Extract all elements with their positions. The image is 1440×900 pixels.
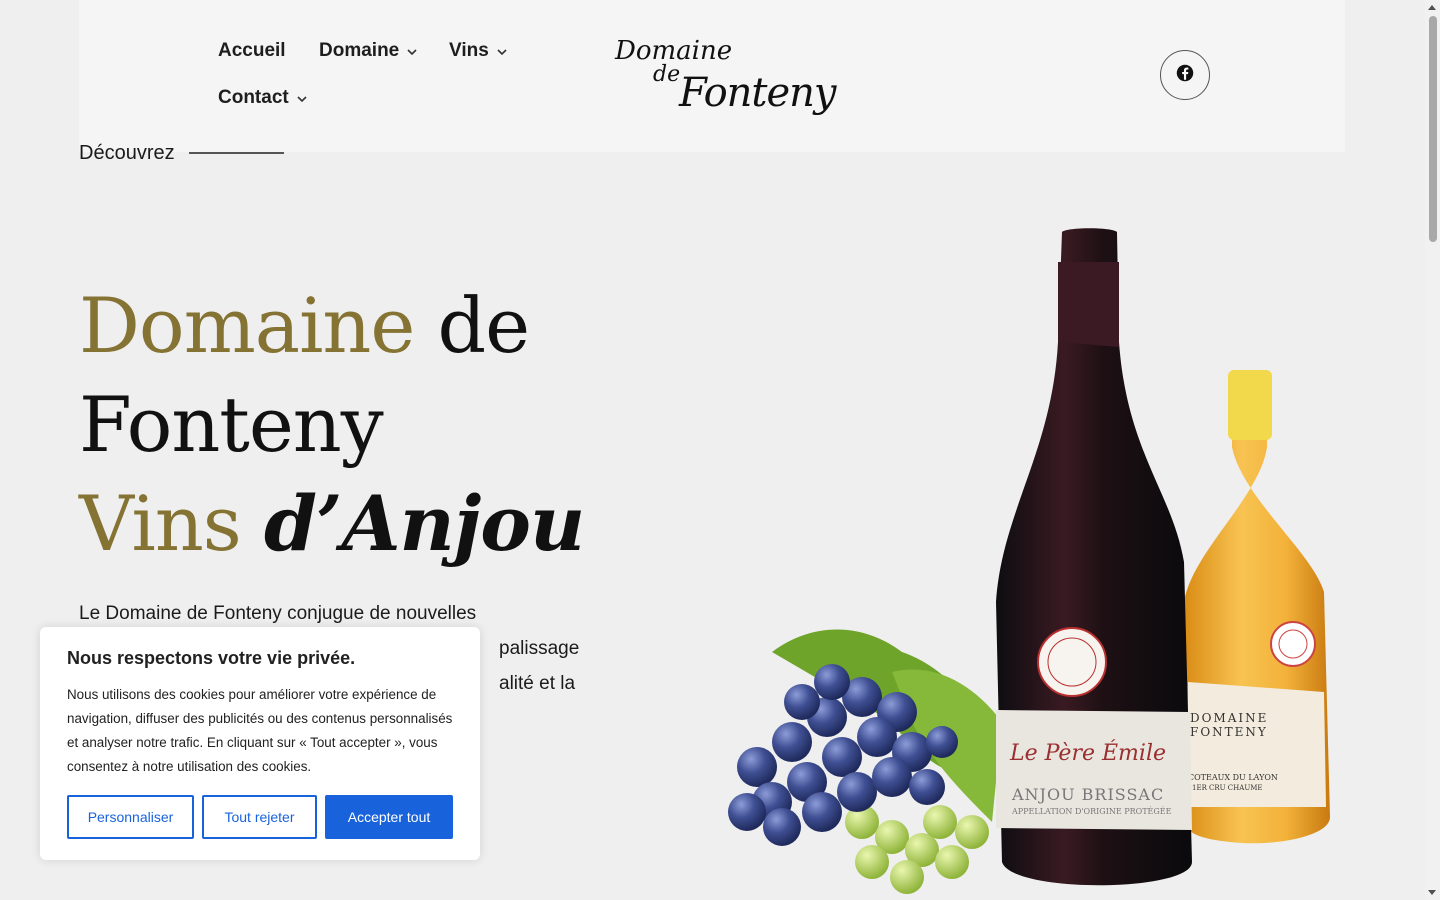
svg-text:COTEAUX DU LAYON: COTEAUX DU LAYON <box>1188 773 1278 782</box>
title-vins: Vins <box>79 479 264 568</box>
nav-item-label: Accueil <box>218 40 286 61</box>
reject-all-button[interactable]: Tout rejeter <box>202 795 317 839</box>
desc-line1: Le Domaine de Fonteny conjugue de nouvel… <box>79 603 477 624</box>
nav-item-accueil[interactable]: Accueil <box>218 40 286 62</box>
site-header: Accueil Domaine Vins Contact Domaine de … <box>79 0 1345 152</box>
grapes <box>728 629 1002 894</box>
facebook-icon <box>1176 64 1194 87</box>
accept-all-button[interactable]: Accepter tout <box>325 795 453 839</box>
hero-title: Domaine de Fonteny Vins d’Anjou <box>79 276 585 573</box>
desc-line2: palissage <box>499 638 580 659</box>
title-fonteny: Fonteny <box>79 380 384 469</box>
chevron-down-icon <box>407 40 417 62</box>
eyebrow-divider <box>189 152 284 154</box>
red-wine-bottle: Le Père Émile ANJOU BRISSAC APPELLATION … <box>996 228 1192 886</box>
svg-text:Le Père Émile: Le Père Émile <box>1009 739 1166 766</box>
chevron-down-icon <box>497 40 507 62</box>
cookie-text: Nous utilisons des cookies pour améliore… <box>67 687 453 774</box>
hero-eyebrow: Découvrez <box>79 142 175 164</box>
nav-item-label: Domaine <box>319 40 400 62</box>
svg-text:FONTENY: FONTENY <box>1190 725 1268 739</box>
title-domaine: Domaine <box>79 281 415 370</box>
wine-bottles-image: DOMAINE FONTENY COTEAUX DU LAYON 1ER CRU… <box>728 228 1330 894</box>
desc-line3: alité et la <box>499 673 576 694</box>
nav-item-contact[interactable]: Contact <box>218 87 307 109</box>
logo-line2: de <box>653 62 681 87</box>
nav-item-vins[interactable]: Vins <box>449 40 507 62</box>
svg-text:1ER CRU CHAUME: 1ER CRU CHAUME <box>1192 784 1263 792</box>
logo-line3: Fonteny <box>679 70 837 116</box>
nav-item-domaine[interactable]: Domaine <box>319 40 417 62</box>
page-scrollbar[interactable] <box>1425 0 1440 900</box>
facebook-button[interactable] <box>1160 50 1210 100</box>
title-de: de <box>414 281 530 370</box>
chevron-down-icon <box>297 87 307 109</box>
scroll-thumb[interactable] <box>1429 16 1437 242</box>
nav-item-label: Vins <box>449 40 489 62</box>
white-wine-bottle: DOMAINE FONTENY COTEAUX DU LAYON 1ER CRU… <box>1182 370 1330 844</box>
svg-text:APPELLATION D'ORIGINE PROTÉGÉE: APPELLATION D'ORIGINE PROTÉGÉE <box>1011 807 1172 816</box>
scroll-up-arrow[interactable] <box>1428 5 1436 10</box>
svg-text:ANJOU BRISSAC: ANJOU BRISSAC <box>1011 785 1164 804</box>
cookie-title: Nous respectons votre vie privée. <box>67 648 356 668</box>
site-logo[interactable]: Domaine de Fonteny <box>615 36 837 116</box>
scroll-down-arrow[interactable] <box>1428 890 1436 895</box>
title-anjou: d’Anjou <box>263 479 585 568</box>
svg-text:DOMAINE: DOMAINE <box>1190 711 1268 725</box>
nav-item-label: Contact <box>218 87 289 109</box>
customize-button[interactable]: Personnaliser <box>67 795 194 839</box>
cookie-banner: Nous respectons votre vie privée. Nous u… <box>40 627 480 860</box>
